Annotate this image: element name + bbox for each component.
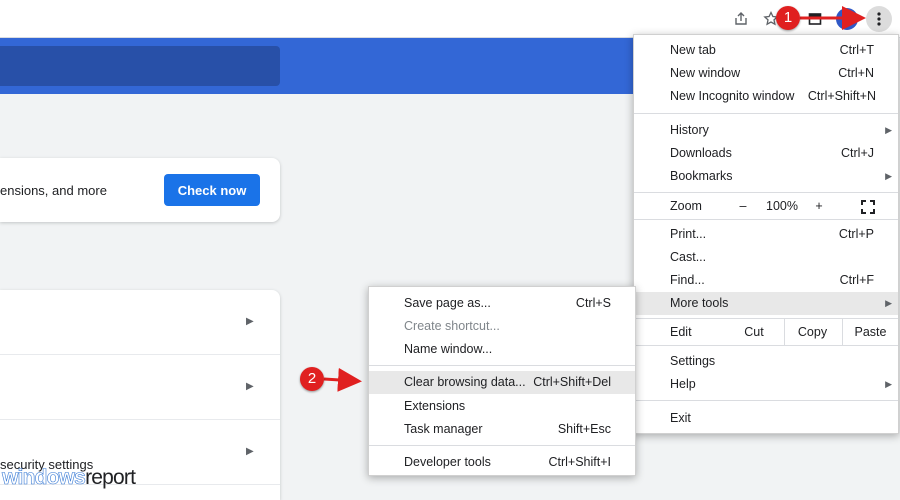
annotation-arrow-2 [323,367,362,392]
annotation-badge-1: 1 [776,6,800,30]
annotation-arrows [323,6,866,392]
annotation-badge-2: 2 [300,367,324,391]
